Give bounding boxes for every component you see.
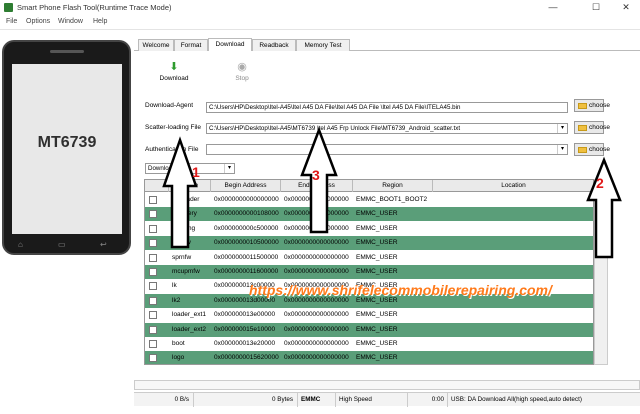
arrow-2-shape [586, 156, 622, 259]
watermark-url: https://www.shrifelecommobilerepairing.c… [249, 282, 552, 298]
annotation-number-3: 3 [312, 167, 320, 183]
annotation-number-1: 1 [192, 164, 200, 180]
arrow-1-shape [162, 136, 198, 249]
annotation-number-2: 2 [596, 175, 604, 191]
annotation-arrows [162, 126, 622, 259]
